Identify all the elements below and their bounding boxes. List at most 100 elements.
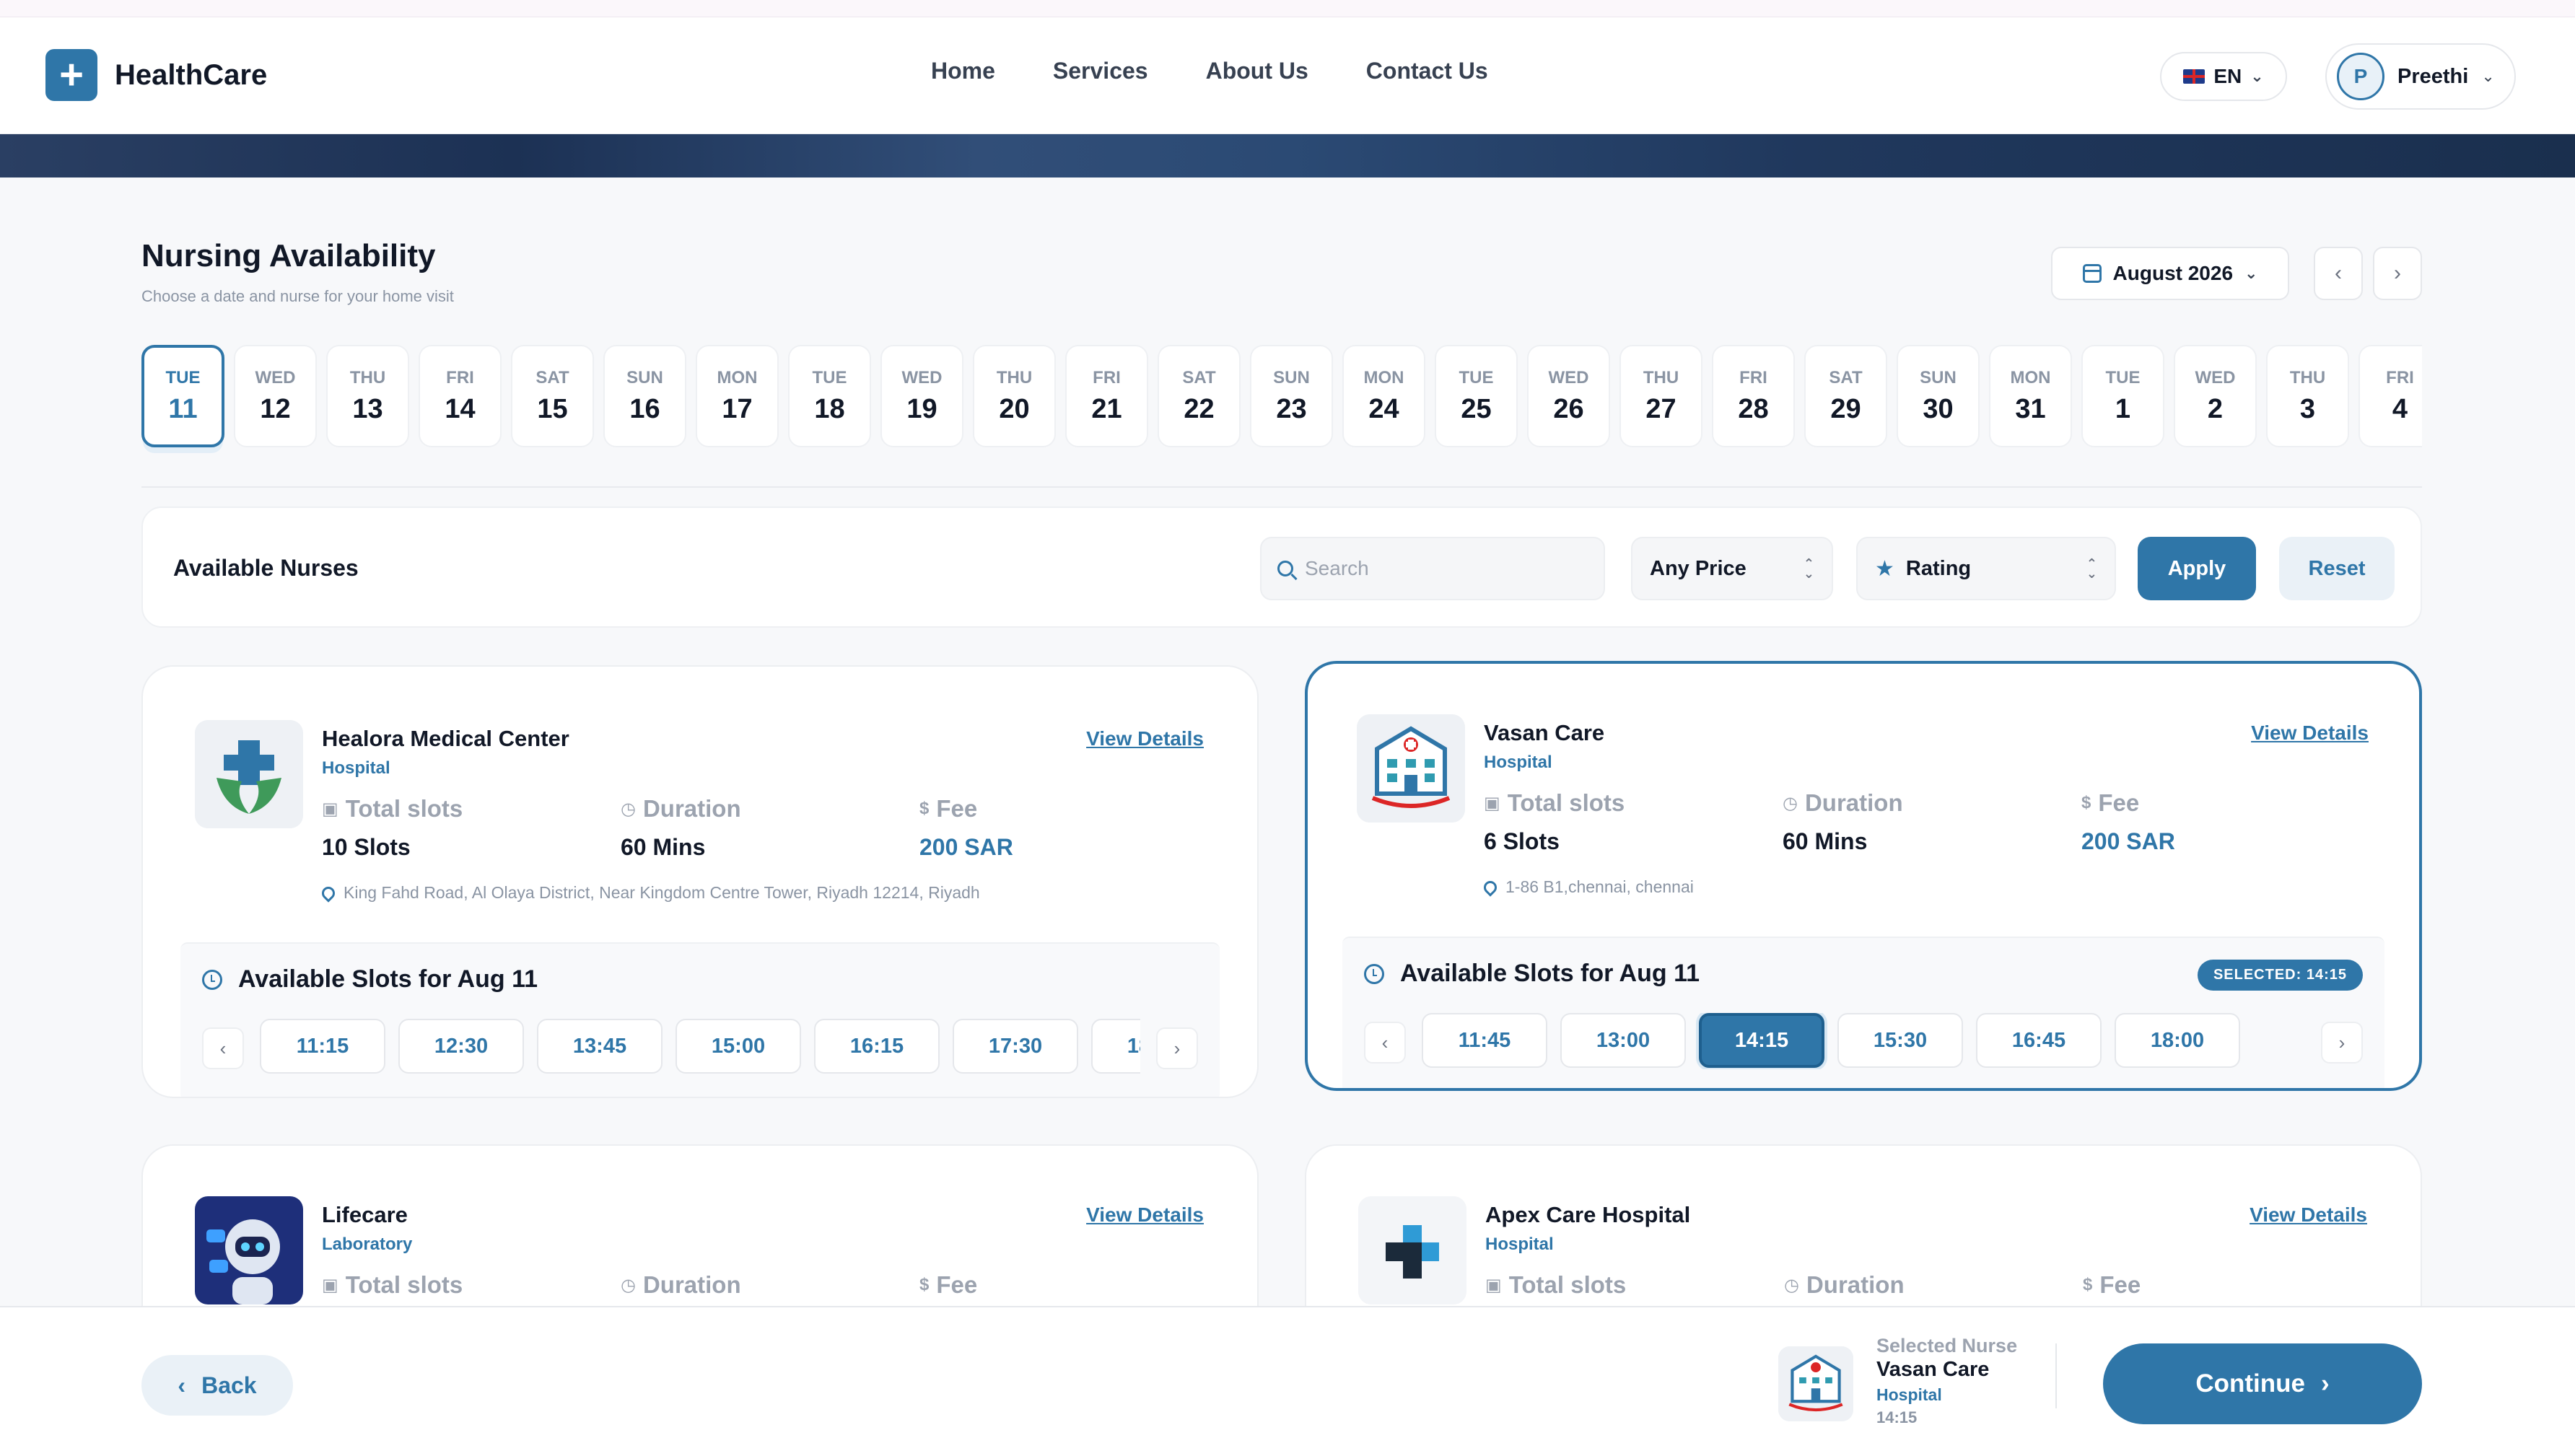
reset-button[interactable]: Reset <box>2279 537 2395 600</box>
date-item[interactable]: SAT 22 <box>1158 345 1241 447</box>
date-weekday: FRI <box>2386 367 2414 387</box>
rating-select-value: Rating <box>1905 556 1972 580</box>
date-item[interactable]: WED 2 <box>2174 345 2257 447</box>
nav-about-us[interactable]: About Us <box>1206 58 1308 84</box>
slot-list: 11:45 13:00 14:15 15:30 16:45 18:00 <box>1422 1013 2305 1069</box>
date-item[interactable]: THU 20 <box>973 345 1056 447</box>
provider-address: 1-86 B1,chennai, chennai <box>1481 877 1694 897</box>
time-slot[interactable]: 18:00 <box>2115 1013 2240 1068</box>
total-slots-label: ▣ Total slots <box>322 1271 463 1299</box>
date-number: 20 <box>999 393 1030 424</box>
user-menu[interactable]: P Preethi ⌄ <box>2325 43 2516 110</box>
nav-services[interactable]: Services <box>1053 58 1148 84</box>
language-selector[interactable]: EN ⌄ <box>2160 52 2287 101</box>
search-box <box>1260 537 1605 600</box>
date-number: 25 <box>1461 393 1492 424</box>
location-pin-icon <box>319 883 338 903</box>
date-weekday: TUE <box>165 367 201 387</box>
date-item[interactable]: TUE 11 <box>141 345 224 447</box>
nurse-card-vasan[interactable]: Vasan Care Hospital View Details ▣ Total … <box>1305 661 2422 1091</box>
date-item[interactable]: SUN 16 <box>603 345 686 447</box>
continue-button[interactable]: Continue › <box>2103 1343 2422 1424</box>
back-button[interactable]: ‹ Back <box>141 1355 293 1416</box>
brand-logo[interactable]: + HealthCare <box>45 49 267 101</box>
language-code: EN <box>2213 65 2242 87</box>
duration-value: 60 Mins <box>1783 828 1868 854</box>
slots-next-button[interactable]: › <box>2321 1022 2363 1064</box>
time-slot[interactable]: 17:30 <box>953 1019 1078 1074</box>
date-item[interactable]: MON 24 <box>1342 345 1425 447</box>
date-item[interactable]: WED 26 <box>1527 345 1610 447</box>
date-item[interactable]: WED 19 <box>880 345 963 447</box>
month-picker[interactable]: August 2026 ⌄ <box>2051 247 2289 300</box>
date-number: 13 <box>352 393 383 424</box>
date-number: 18 <box>814 393 845 424</box>
date-number: 3 <box>2299 393 2316 424</box>
address-text: 1-86 B1,chennai, chennai <box>1505 877 1694 896</box>
chevron-up-down-icon: ⌃ ⌄ <box>1803 556 1814 581</box>
date-weekday: TUE <box>1459 367 1494 387</box>
date-item[interactable]: THU 27 <box>1619 345 1702 447</box>
date-item[interactable]: WED 12 <box>234 345 317 447</box>
selected-nurse-type: Hospital <box>1876 1385 1942 1404</box>
date-item[interactable]: SAT 29 <box>1804 345 1887 447</box>
time-slot[interactable]: 11:15 <box>260 1019 385 1074</box>
time-slot[interactable]: 15:00 <box>676 1019 801 1074</box>
calendar-icon <box>2082 264 2102 283</box>
slots-next-button[interactable]: › <box>1156 1027 1198 1069</box>
date-item[interactable]: THU 3 <box>2266 345 2349 447</box>
time-slot[interactable]: 16:15 <box>814 1019 940 1074</box>
uk-flag-icon <box>2183 69 2205 84</box>
rating-select[interactable]: ★ Rating ⌃ ⌄ <box>1856 537 2116 600</box>
date-item[interactable]: FRI 21 <box>1065 345 1148 447</box>
duration-value: 60 Mins <box>621 834 706 860</box>
chevron-right-icon: › <box>2394 261 2401 285</box>
time-slot[interactable]: 16:45 <box>1976 1013 2102 1068</box>
time-slot[interactable]: 18:45 <box>1091 1019 1140 1074</box>
date-item[interactable]: THU 13 <box>326 345 409 447</box>
time-slot[interactable]: 12:30 <box>398 1019 524 1074</box>
date-item[interactable]: SUN 30 <box>1897 345 1980 447</box>
time-slot[interactable]: 15:30 <box>1837 1013 1963 1068</box>
apply-button[interactable]: Apply <box>2138 537 2256 600</box>
provider-name: Vasan Care <box>1484 720 1605 745</box>
date-item[interactable]: FRI 28 <box>1712 345 1795 447</box>
date-item[interactable]: TUE 1 <box>2081 345 2164 447</box>
slots-prev-button[interactable]: ‹ <box>1364 1022 1406 1064</box>
date-item[interactable]: FRI 14 <box>419 345 502 447</box>
date-item[interactable]: SAT 15 <box>511 345 594 447</box>
date-item[interactable]: MON 17 <box>696 345 779 447</box>
date-weekday: SAT <box>1182 367 1216 387</box>
time-slot[interactable]: 13:00 <box>1560 1013 1686 1068</box>
provider-address: King Fahd Road, Al Olaya District, Near … <box>319 883 980 903</box>
view-details-link[interactable]: View Details <box>2250 1203 2367 1227</box>
calendar-icon: ▣ <box>1485 1275 1502 1295</box>
nurse-card-healora[interactable]: Healora Medical Center Hospital View Det… <box>141 665 1259 1098</box>
duration-text: Duration <box>642 795 741 822</box>
price-select[interactable]: Any Price ⌃ ⌄ <box>1631 537 1833 600</box>
prev-month-button[interactable]: ‹ <box>2314 247 2363 300</box>
avatar: P <box>2337 53 2384 100</box>
date-item[interactable]: MON 31 <box>1989 345 2072 447</box>
date-item[interactable]: SUN 23 <box>1250 345 1333 447</box>
view-details-link[interactable]: View Details <box>1086 727 1204 750</box>
date-weekday: FRI <box>1739 367 1767 387</box>
time-slot[interactable]: 13:45 <box>537 1019 663 1074</box>
search-input[interactable] <box>1305 557 1579 580</box>
view-details-link[interactable]: View Details <box>1086 1203 1204 1227</box>
view-details-link[interactable]: View Details <box>2251 722 2369 745</box>
nav-home[interactable]: Home <box>931 58 995 84</box>
date-item[interactable]: TUE 18 <box>788 345 871 447</box>
nav-contact-us[interactable]: Contact Us <box>1366 58 1488 84</box>
total-slots-value: 6 Slots <box>1484 828 1560 854</box>
date-item[interactable]: TUE 25 <box>1435 345 1518 447</box>
date-item[interactable]: FRI 4 <box>2358 345 2422 447</box>
time-slot[interactable]: 14:15 <box>1699 1013 1824 1068</box>
next-month-button[interactable]: › <box>2373 247 2422 300</box>
chevron-right-icon: › <box>2338 1031 2346 1053</box>
slots-prev-button[interactable]: ‹ <box>202 1027 244 1069</box>
date-number: 16 <box>629 393 660 424</box>
dollar-icon: $ <box>2081 793 2091 812</box>
time-slot[interactable]: 11:45 <box>1422 1013 1547 1068</box>
date-number: 4 <box>2392 393 2408 424</box>
